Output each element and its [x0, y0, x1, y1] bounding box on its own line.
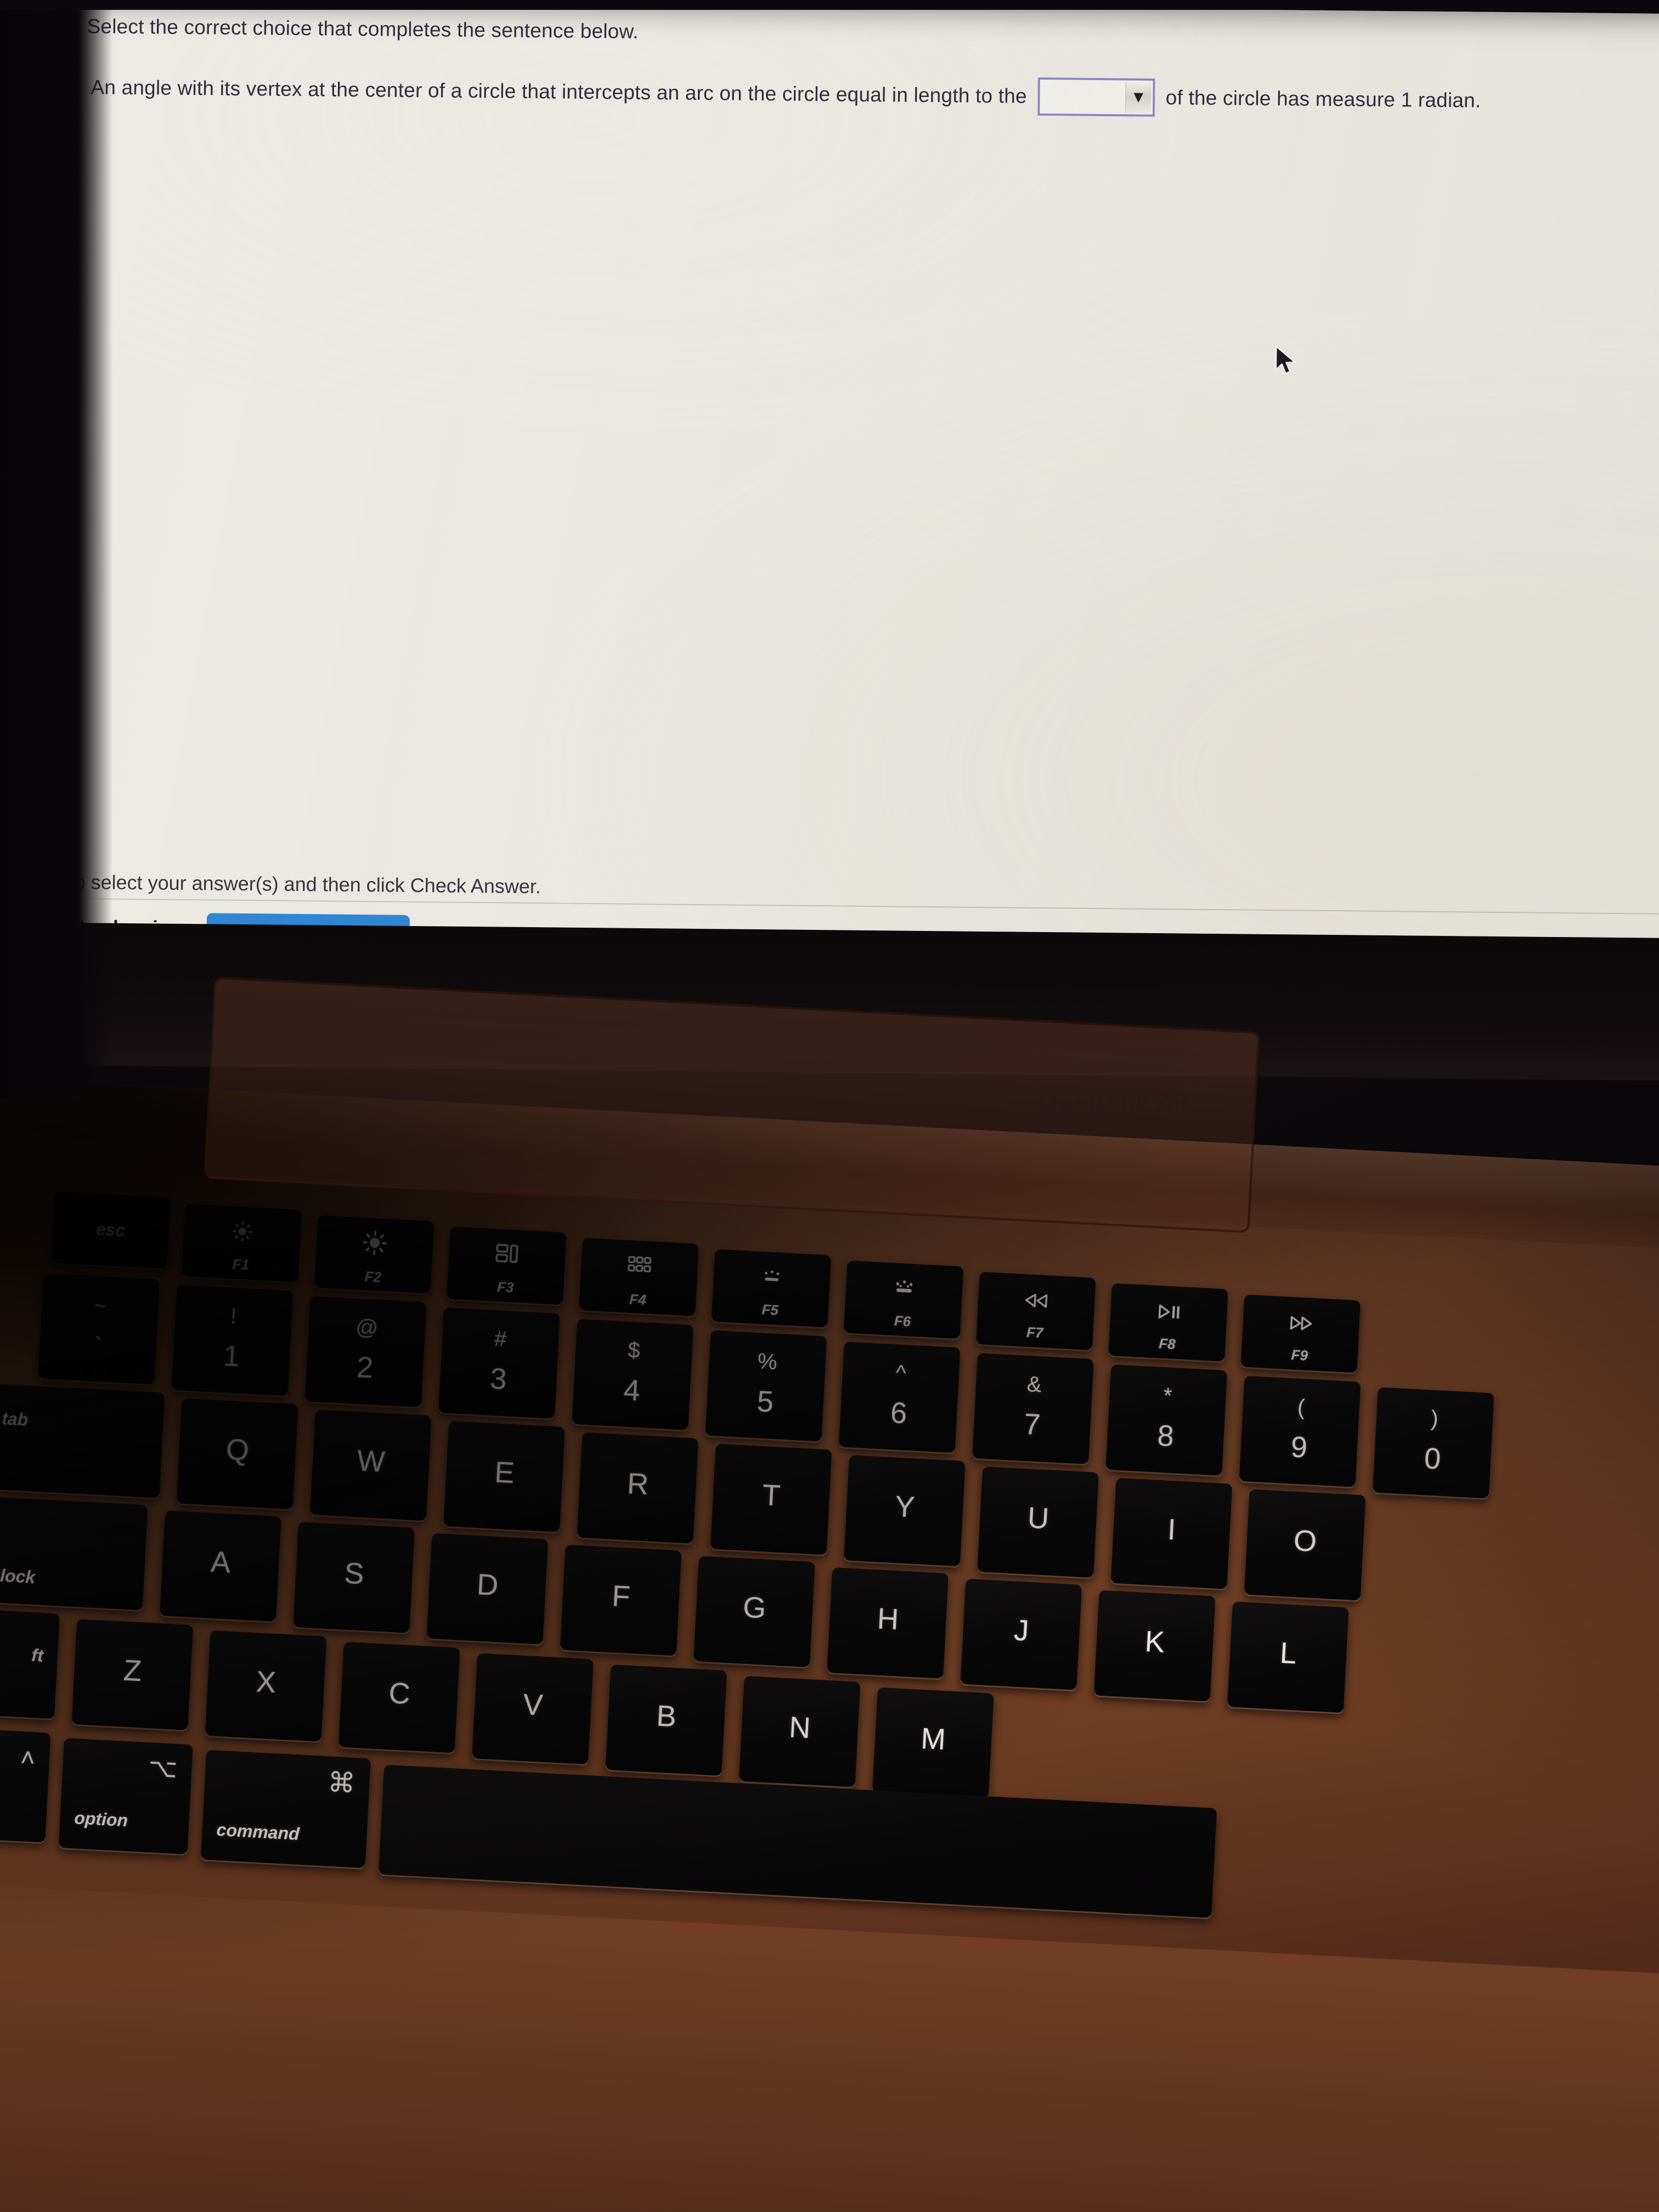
key-q[interactable]: Q	[176, 1398, 298, 1510]
key-v[interactable]: V	[472, 1653, 594, 1765]
command-symbol-icon: ⌘	[327, 1767, 356, 1799]
key-shift-left[interactable]: ft	[0, 1601, 60, 1719]
question-text-after: of the circle has measure 1 radian.	[1165, 86, 1481, 112]
key-u[interactable]: U	[977, 1466, 1099, 1578]
key-control[interactable]: ˄ control	[0, 1726, 51, 1843]
key-option[interactable]: ⌥ option	[58, 1738, 193, 1855]
key-g[interactable]: G	[693, 1556, 815, 1667]
key-backtick[interactable]: ~ `	[38, 1273, 160, 1385]
key-a[interactable]: A	[160, 1510, 281, 1622]
key-f8[interactable]: F8	[1108, 1283, 1228, 1362]
brightness-up-icon	[316, 1226, 433, 1260]
rewind-icon	[978, 1289, 1095, 1312]
key-h[interactable]: H	[827, 1567, 949, 1679]
key-j[interactable]: J	[960, 1578, 1082, 1690]
key-caps-lock[interactable]: caps lock	[0, 1494, 148, 1611]
key-l[interactable]: L	[1227, 1601, 1349, 1713]
key-tab[interactable]: tab	[0, 1384, 165, 1498]
key-esc[interactable]: esc	[50, 1191, 171, 1269]
control-symbol-icon: ˄	[19, 1742, 36, 1773]
answer-dropdown[interactable]: ▼	[1037, 77, 1155, 116]
top-edge-shadow	[0, 0, 1659, 10]
keyboard: esc F1 F2 F3 F4 F5 F6 F7 F8 F9 ~ ` ! 1 @…	[0, 1075, 1659, 2212]
laptop-lid: 5.1.1 Select the correct choice that com…	[0, 0, 1659, 1082]
key-command[interactable]: ⌘ command	[200, 1750, 371, 1869]
key-f7[interactable]: F7	[975, 1272, 1096, 1351]
homework-page: 5.1.1 Select the correct choice that com…	[69, 0, 1659, 978]
key-m[interactable]: M	[872, 1687, 994, 1799]
dropdown-arrow-button[interactable]: ▼	[1125, 82, 1152, 113]
key-f6[interactable]: F6	[843, 1260, 964, 1339]
keyboard-backlight-down-icon	[713, 1266, 830, 1288]
key-e[interactable]: E	[443, 1420, 566, 1532]
key-y[interactable]: Y	[844, 1455, 966, 1567]
key-9[interactable]: ( 9	[1239, 1375, 1361, 1487]
laptop-deck: esc F1 F2 F3 F4 F5 F6 F7 F8 F9 ~ ` ! 1 @…	[0, 1075, 1659, 2212]
key-c[interactable]: C	[338, 1641, 460, 1753]
key-i[interactable]: I	[1110, 1477, 1233, 1589]
key-space[interactable]	[378, 1764, 1217, 1918]
play-pause-icon	[1110, 1301, 1227, 1323]
key-f1[interactable]: F1	[182, 1204, 302, 1283]
mouse-cursor-icon	[1274, 345, 1300, 378]
key-r[interactable]: R	[577, 1432, 699, 1544]
keyboard-backlight-up-icon	[845, 1276, 962, 1300]
mission-control-icon	[449, 1240, 566, 1268]
key-f3[interactable]: F3	[446, 1226, 567, 1305]
key-5[interactable]: % 5	[705, 1330, 827, 1442]
key-o[interactable]: O	[1244, 1489, 1366, 1601]
fast-forward-icon	[1243, 1312, 1359, 1335]
key-6[interactable]: ^ 6	[838, 1341, 961, 1453]
key-b[interactable]: B	[605, 1664, 727, 1776]
photo-scene: 5.1.1 Select the correct choice that com…	[0, 0, 1659, 2212]
key-z[interactable]: Z	[71, 1618, 194, 1730]
key-x[interactable]: X	[205, 1630, 327, 1742]
question-text-before: An angle with its vertex at the center o…	[91, 76, 1028, 108]
key-n[interactable]: N	[738, 1675, 861, 1787]
key-f[interactable]: F	[560, 1544, 682, 1656]
question-sentence: An angle with its vertex at the center o…	[91, 69, 1659, 122]
macbook-air-brand-label: MacBook Air	[1037, 1090, 1191, 1118]
key-0[interactable]: ) 0	[1372, 1387, 1494, 1499]
key-f5[interactable]: F5	[711, 1249, 832, 1328]
key-w[interactable]: W	[310, 1409, 432, 1521]
key-4[interactable]: $ 4	[572, 1318, 694, 1430]
key-7[interactable]: & 7	[972, 1353, 1094, 1465]
key-k[interactable]: K	[1093, 1590, 1216, 1702]
option-symbol-icon: ⌥	[148, 1753, 178, 1783]
chevron-down-icon: ▼	[1130, 88, 1147, 106]
key-1[interactable]: ! 1	[171, 1284, 294, 1396]
key-s[interactable]: S	[293, 1521, 415, 1633]
key-t[interactable]: T	[710, 1443, 832, 1555]
key-d[interactable]: D	[426, 1533, 549, 1645]
launchpad-icon	[581, 1252, 698, 1277]
laptop-display: 5.1.1 Select the correct choice that com…	[69, 0, 1659, 978]
key-8[interactable]: * 8	[1105, 1364, 1228, 1476]
key-f9[interactable]: F9	[1240, 1294, 1361, 1373]
left-bezel-shadow	[0, 0, 112, 1097]
instruction-text: Select the correct choice that completes…	[87, 15, 639, 43]
brightness-down-icon	[184, 1216, 301, 1247]
key-2[interactable]: @ 2	[304, 1296, 427, 1408]
key-3[interactable]: # 3	[438, 1307, 560, 1419]
key-f2[interactable]: F2	[314, 1215, 435, 1294]
key-f4[interactable]: F4	[579, 1238, 699, 1317]
